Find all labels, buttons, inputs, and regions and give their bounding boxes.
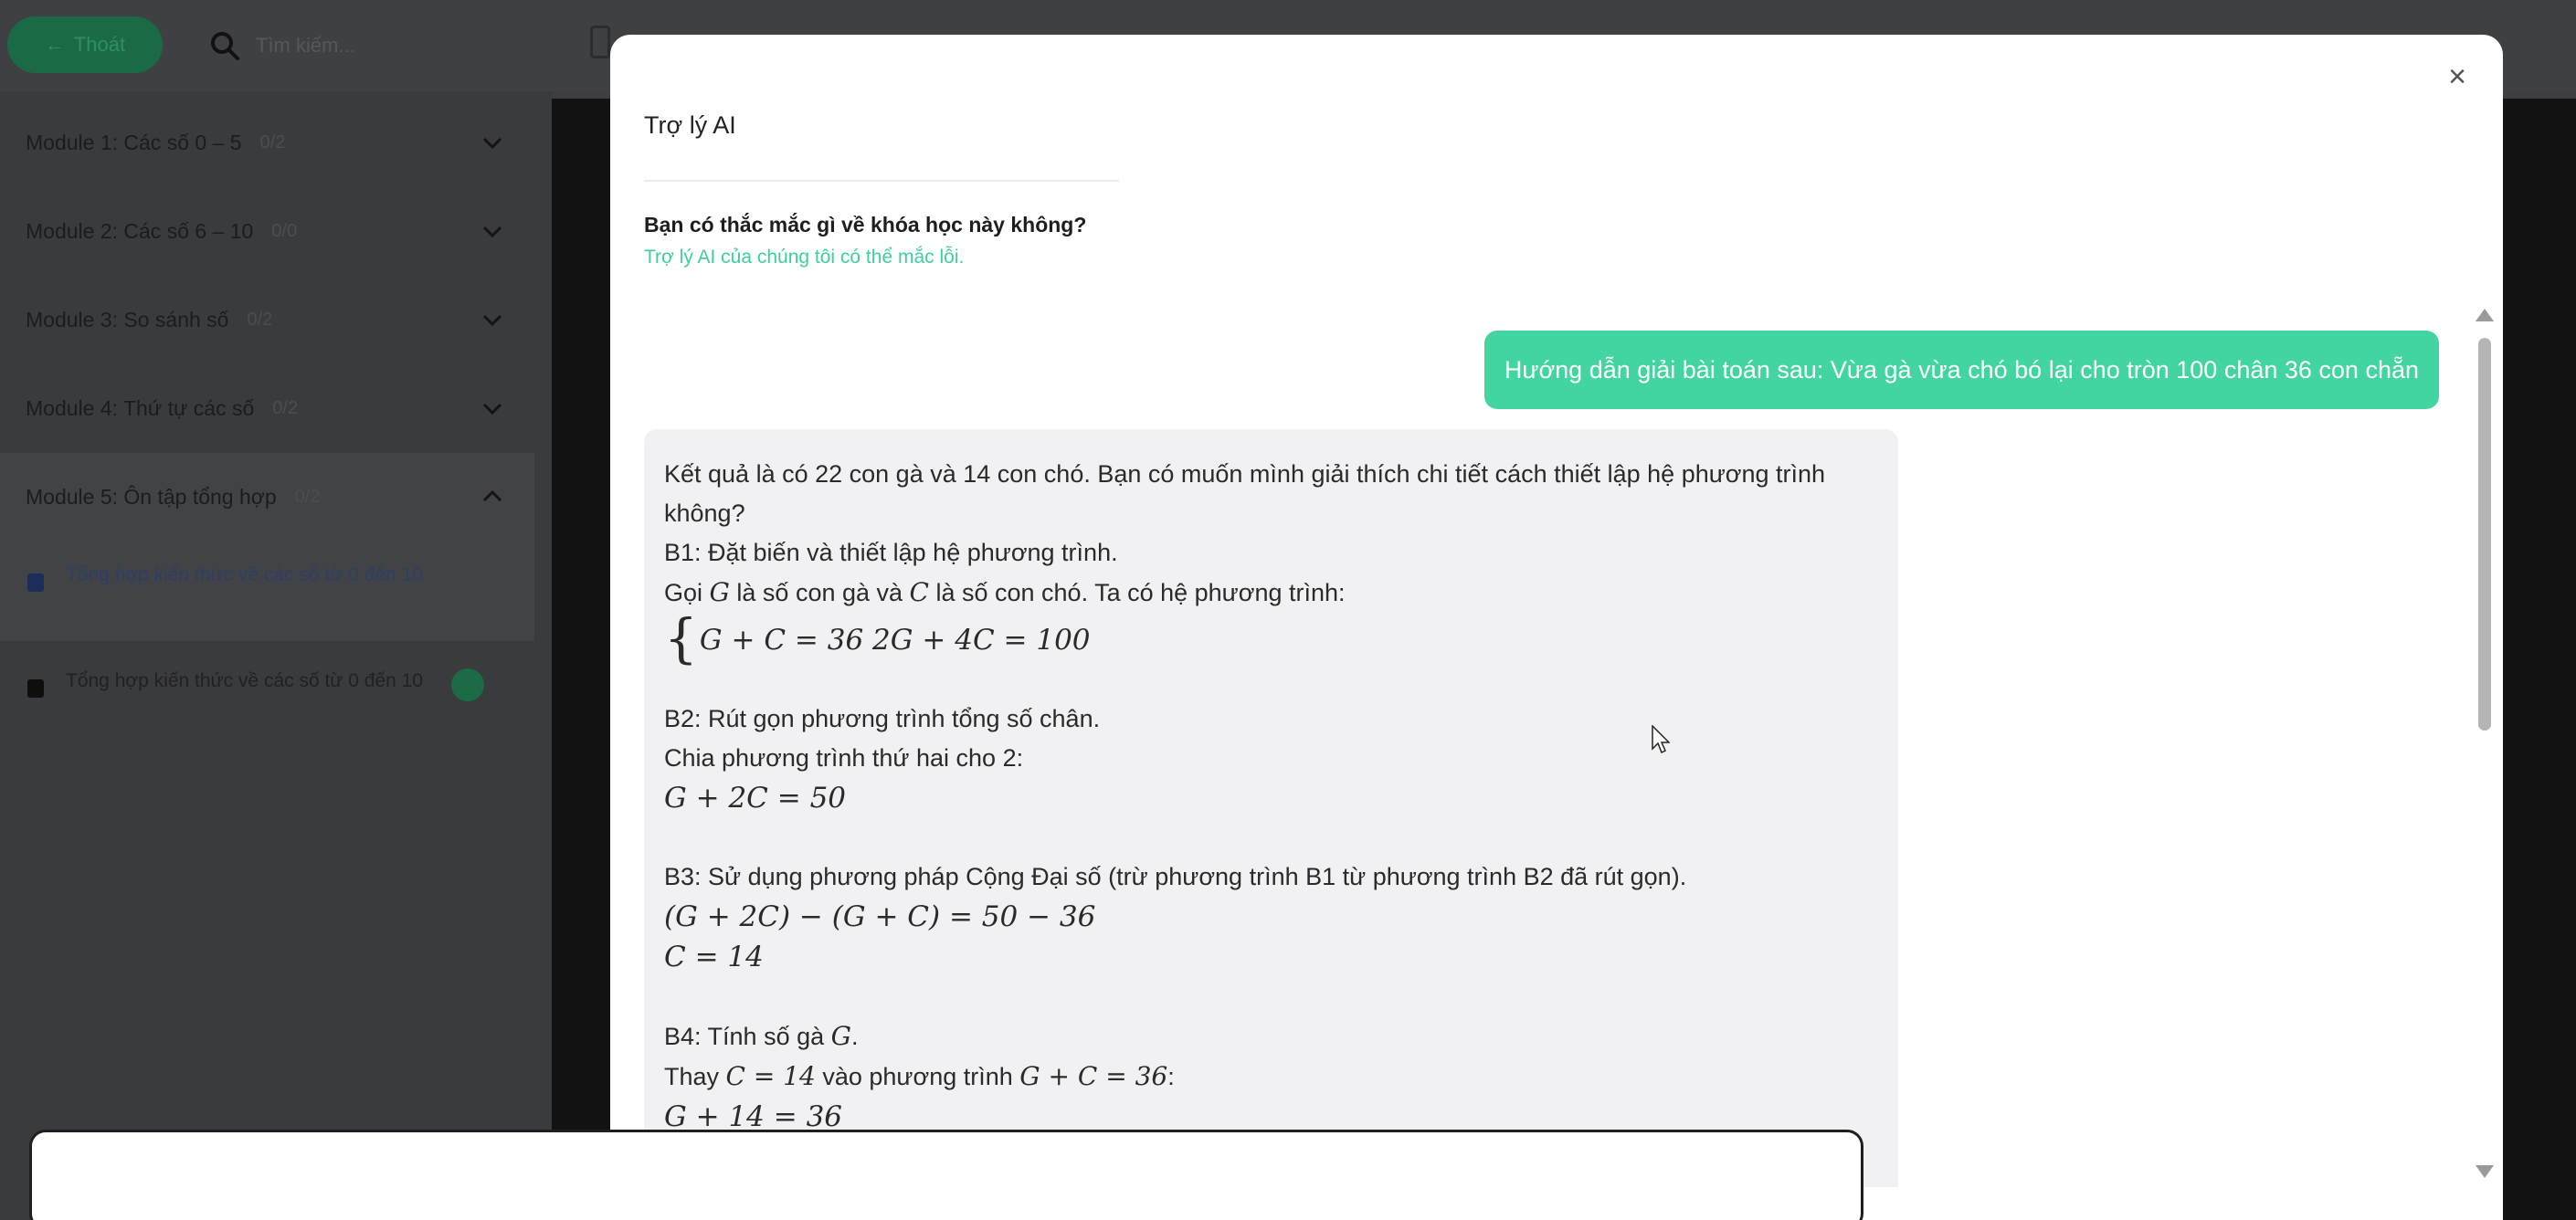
ai-intro-text: Kết quả là có 22 con gà và 14 con chó. B… <box>664 460 1826 527</box>
chat-input[interactable] <box>29 1130 1863 1220</box>
step-2-equation: G + 2C = 50 <box>664 782 847 815</box>
module-title: Module 4: Thứ tự các số <box>26 395 255 420</box>
brace-symbol: { <box>664 607 698 669</box>
ai-message-bubble: Kết quả là có 22 con gà và 14 con chó. B… <box>644 429 1898 1187</box>
step-1-text: Gọi G là số con gà và C là số con chó. T… <box>664 573 1878 613</box>
chat-history[interactable]: Hướng dẫn giải bài toán sau: Vừa gà vừa … <box>610 309 2503 1187</box>
chevron-down-icon <box>482 137 502 150</box>
step-4-text: Thay C = 14 vào phương trình G + C = 36: <box>664 1057 1878 1097</box>
module-item-1[interactable]: Module 1: Các số 0 – 5 0/2 <box>0 99 534 186</box>
module-item-3[interactable]: Module 3: So sánh số 0/2 <box>0 276 534 363</box>
lesson-item-1[interactable]: Tổng hợp kiến thức về các số từ 0 đến 10 <box>0 541 534 641</box>
arrow-left-icon: ← <box>44 33 65 56</box>
step-4-title: B4: Tính số gà G. <box>664 1016 1878 1057</box>
user-message-bubble: Hướng dẫn giải bài toán sau: Vừa gà vừa … <box>1483 331 2439 409</box>
text: vào phương trình <box>815 1063 1020 1090</box>
back-button[interactable]: ← Thoát <box>7 16 163 73</box>
module-progress: 0/2 <box>294 486 321 507</box>
lesson-item-2[interactable]: Tổng hợp kiến thức về các số từ 0 đến 10 <box>0 647 534 747</box>
lesson-title: Tổng hợp kiến thức về các số từ 0 đến 10 <box>66 564 423 585</box>
text: là số con chó. Ta có hệ phương trình: <box>928 579 1346 606</box>
math-inline: G + C = 36 <box>1019 1061 1168 1091</box>
step-3-title: B3: Sử dụng phương pháp Cộng Đại số (trừ… <box>664 863 1687 890</box>
mouse-cursor-icon <box>1652 725 1670 754</box>
module-progress: 0/2 <box>259 131 286 152</box>
text: là số con gà và <box>729 579 910 606</box>
chevron-down-icon <box>482 314 502 327</box>
text: : <box>1167 1063 1175 1090</box>
scroll-down-arrow-icon[interactable] <box>2476 1165 2494 1178</box>
module-title: Module 1: Các số 0 – 5 <box>26 130 242 154</box>
step-1-title: B1: Đặt biến và thiết lập hệ phương trìn… <box>664 539 1118 566</box>
close-icon[interactable]: × <box>2439 58 2476 95</box>
text: B4: Tính số gà <box>664 1023 831 1050</box>
module-title: Module 5: Ôn tập tổng hợp <box>26 484 277 509</box>
chevron-up-icon <box>482 489 502 502</box>
ai-assistant-modal: × Trợ lý AI Bạn có thắc mắc gì về khóa h… <box>610 35 2503 1220</box>
module-progress: 0/2 <box>247 309 273 330</box>
module-item-4[interactable]: Module 4: Thứ tự các số 0/2 <box>0 364 534 452</box>
ai-disclaimer: Trợ lý AI của chúng tôi có thể mắc lỗi. <box>644 247 965 268</box>
modal-title: Trợ lý AI <box>644 111 736 139</box>
equation-system: {G + C = 36 2G + 4C = 100 <box>664 612 1878 665</box>
text: . <box>851 1023 859 1050</box>
module-title: Module 2: Các số 6 – 10 <box>26 218 254 243</box>
search-icon <box>211 32 239 60</box>
module-item-2[interactable]: Module 2: Các số 6 – 10 0/0 <box>0 187 534 275</box>
text: Gọi <box>664 579 710 606</box>
module-progress: 0/0 <box>271 220 298 241</box>
lesson-title: Tổng hợp kiến thức về các số từ 0 đến 10 <box>66 670 423 691</box>
course-sidebar: Module 1: Các số 0 – 5 0/2 Module 2: Các… <box>0 91 552 1220</box>
document-icon[interactable] <box>590 26 610 58</box>
divider <box>644 180 1119 182</box>
scrollbar-thumb[interactable] <box>2478 338 2491 731</box>
step-2-title: B2: Rút gọn phương trình tổng số chân. <box>664 705 1101 732</box>
back-button-label: Thoát <box>73 33 126 56</box>
video-lesson-icon <box>27 573 44 592</box>
module-progress: 0/2 <box>272 397 299 418</box>
equation-system-text: G + C = 36 2G + 4C = 100 <box>699 624 1091 657</box>
chevron-down-icon <box>482 403 502 415</box>
text: Thay <box>664 1063 726 1090</box>
math-inline: C = 14 <box>725 1061 816 1091</box>
lock-icon <box>27 679 44 698</box>
chevron-down-icon <box>482 226 502 238</box>
module-title: Module 3: So sánh số <box>26 307 229 331</box>
math-variable: C <box>909 577 929 607</box>
scroll-up-arrow-icon[interactable] <box>2476 309 2494 321</box>
chat-scrollbar[interactable] <box>2476 309 2494 1187</box>
modal-question: Bạn có thắc mắc gì về khóa học này không… <box>644 213 1087 237</box>
step-2-text: Chia phương trình thứ hai cho 2: <box>664 744 1024 772</box>
module-item-5[interactable]: Module 5: Ôn tập tổng hợp 0/2 <box>0 453 534 541</box>
math-variable: G <box>830 1021 851 1051</box>
step-3-equation-1: (G + 2C) − (G + C) = 50 − 36 <box>664 900 1096 933</box>
step-3-equation-2: C = 14 <box>664 941 764 973</box>
search-input[interactable] <box>256 27 548 64</box>
completion-badge <box>451 668 484 701</box>
math-variable: G <box>709 577 730 607</box>
